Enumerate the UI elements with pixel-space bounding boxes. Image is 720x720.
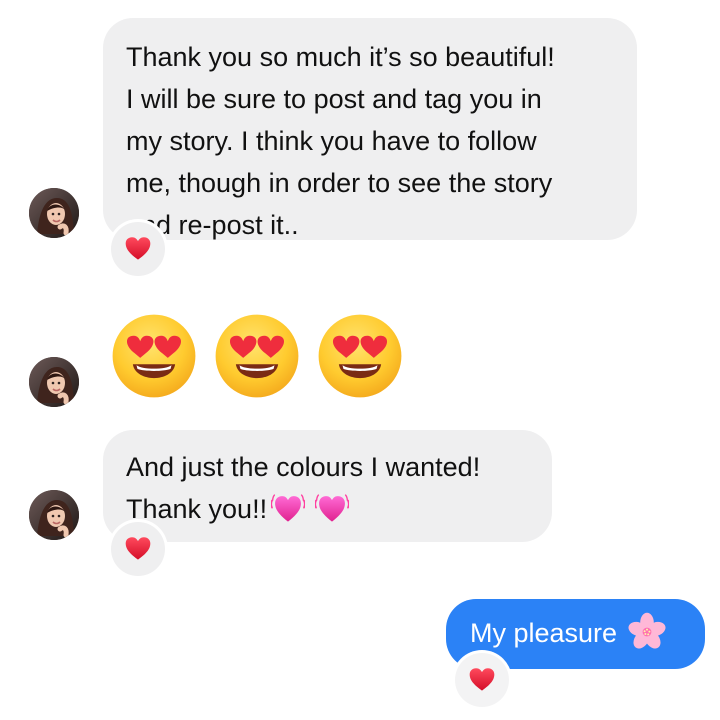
message-text-segment: Thank you!! — [126, 494, 268, 524]
cherry-blossom-emoji — [627, 612, 667, 652]
message-text-line: And just the colours I wanted! — [126, 452, 481, 482]
red-heart-icon — [469, 668, 495, 691]
heart-eyes-emoji — [108, 310, 200, 402]
beating-heart-emoji — [270, 491, 306, 525]
beating-heart-emoji — [314, 491, 350, 525]
message-bubble-incoming[interactable]: Thank you so much it’s so beautiful! I w… — [103, 18, 637, 240]
message-text-line: and re-post it.. — [126, 210, 299, 240]
heart-reaction[interactable] — [111, 222, 165, 276]
heart-eyes-emoji — [314, 310, 406, 402]
avatar[interactable] — [29, 490, 79, 540]
message-text-line: my story. I think you have to follow — [126, 126, 537, 156]
avatar[interactable] — [29, 357, 79, 407]
message-text: My pleasure — [470, 618, 618, 648]
message-text-line: Thank you!! — [126, 488, 552, 530]
message-text-line: Thank you so much it’s so beautiful! — [126, 42, 555, 72]
avatar[interactable] — [29, 188, 79, 238]
message-bubble-incoming[interactable]: And just the colours I wanted! Thank you… — [103, 430, 552, 542]
heart-reaction[interactable] — [455, 653, 509, 707]
red-heart-icon — [125, 537, 151, 560]
message-text-line: I will be sure to post and tag you in — [126, 84, 542, 114]
heart-reaction[interactable] — [111, 522, 165, 576]
red-heart-icon — [125, 237, 151, 260]
message-text-line: me, though in order to see the story — [126, 168, 553, 198]
heart-eyes-emoji — [211, 310, 303, 402]
